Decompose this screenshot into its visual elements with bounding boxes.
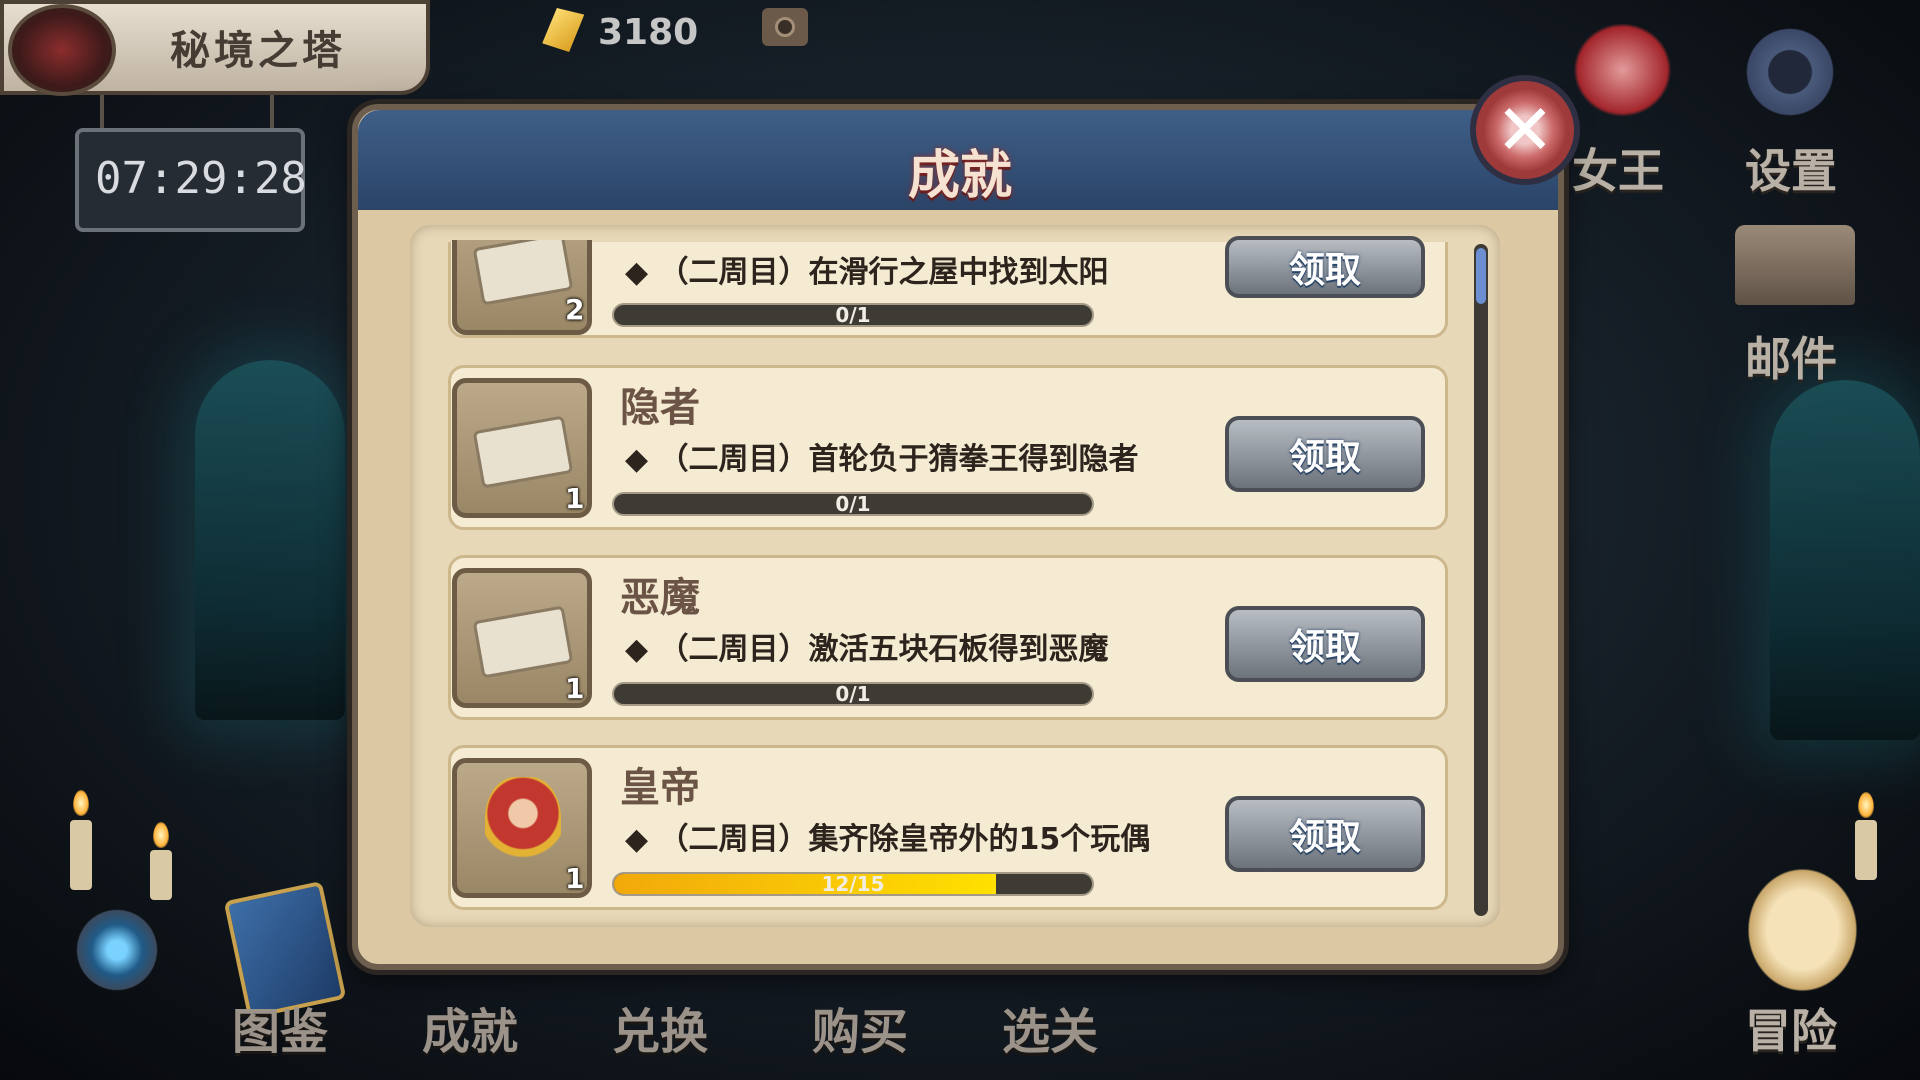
chain-right [270, 95, 274, 130]
progress-text: 0/1 [835, 303, 871, 327]
location-title: 秘境之塔 [170, 28, 346, 74]
reward-count: 2 [565, 293, 585, 326]
achievement-description: ◆ （二周目）集齐除皇帝外的15个玩偶 [625, 822, 1151, 857]
claim-button[interactable]: 领取 [1225, 236, 1425, 298]
bottom-item-stage-select[interactable]: 选关 [1002, 992, 1098, 1062]
gem-icon [540, 8, 585, 52]
reward-count: 1 [565, 672, 585, 705]
reward-count: 1 [565, 862, 585, 895]
achievement-name: 隐者 [620, 385, 700, 431]
mail-label[interactable]: 邮件 [1745, 323, 1837, 389]
bottom-item-exchange[interactable]: 兑换 [612, 992, 708, 1062]
progress-text: 0/1 [835, 682, 871, 706]
queen-portrait-icon[interactable] [1565, 15, 1680, 125]
ticket-icon [472, 240, 574, 306]
candle-decoration [150, 850, 172, 900]
progress-bar: 12/15 [612, 872, 1094, 896]
ticket-icon [472, 605, 574, 679]
candle-flame [153, 822, 169, 848]
heart-emblem-icon[interactable] [8, 4, 116, 96]
adventure-character-icon[interactable] [1740, 860, 1865, 1000]
modal-title: 成就 [907, 146, 1012, 206]
bottom-item-encyclopedia[interactable]: 图鉴 [232, 992, 328, 1062]
candle-flame [73, 790, 89, 816]
achievement-name: 恶魔 [620, 575, 700, 621]
claim-button[interactable]: 领取 [1225, 796, 1425, 872]
ticket-icon [472, 415, 574, 489]
candle-decoration [1855, 820, 1877, 880]
claim-button[interactable]: 领取 [1225, 416, 1425, 492]
reward-count: 1 [565, 482, 585, 515]
background-window-right [1770, 380, 1920, 740]
claim-button[interactable]: 领取 [1225, 606, 1425, 682]
candle-flame [1858, 792, 1874, 818]
bottom-item-achievements[interactable]: 成就 [422, 992, 518, 1062]
achievement-description: ◆ （二周目）首轮负于猜拳王得到隐者 [625, 442, 1139, 477]
adventure-label[interactable]: 冒险 [1745, 995, 1837, 1061]
emperor-doll-icon [485, 777, 561, 881]
progress-bar: 0/1 [612, 303, 1094, 327]
close-icon: ✕ [1495, 89, 1555, 171]
settings-gear-icon[interactable] [1740, 22, 1840, 122]
chain-left [100, 95, 104, 130]
progress-bar: 0/1 [612, 492, 1094, 516]
bottom-item-purchase[interactable]: 购买 [812, 992, 908, 1062]
mailbox-icon[interactable] [1735, 225, 1855, 305]
achievement-description: ◆ （二周目）激活五块石板得到恶魔 [625, 632, 1109, 667]
scrollbar-thumb[interactable] [1476, 248, 1486, 304]
background-window-left [195, 360, 345, 720]
progress-bar: 0/1 [612, 682, 1094, 706]
achievement-description: ◆ （二周目）在滑行之屋中找到太阳 [625, 255, 1109, 290]
camera-icon[interactable] [762, 8, 808, 46]
close-button[interactable]: ✕ [1470, 75, 1580, 185]
progress-text: 12/15 [821, 872, 885, 896]
scrollbar-track[interactable] [1474, 244, 1488, 916]
compass-orb-icon[interactable] [72, 905, 162, 995]
achievement-name: 皇帝 [620, 765, 700, 811]
progress-text: 0/1 [835, 492, 871, 516]
currency-amount: 3180 [598, 12, 699, 53]
candle-decoration [70, 820, 92, 890]
